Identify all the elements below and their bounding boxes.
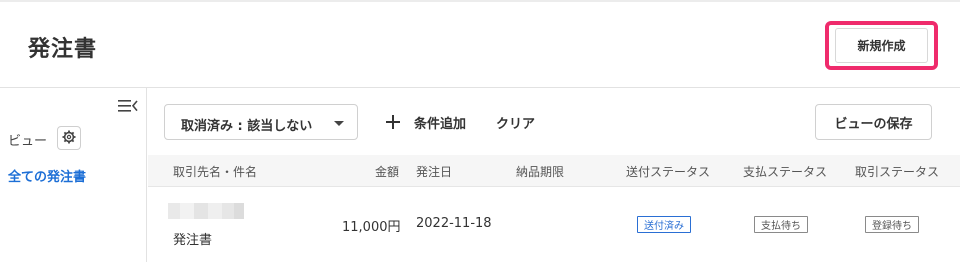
column-header-payment-status[interactable]: 支払ステータス bbox=[743, 163, 827, 180]
redacted-partner-name bbox=[168, 203, 244, 219]
payment-status-badge: 支払待ち bbox=[754, 216, 808, 233]
cancel-status-filter-select[interactable]: 取消済み : 該当しない bbox=[164, 104, 358, 140]
page-title: 発注書 bbox=[28, 37, 98, 62]
trade-status-badge: 登録待ち bbox=[865, 216, 919, 233]
chevron-down-icon bbox=[334, 121, 344, 126]
table-header: 取引先名・件名 金額 発注日 納品期限 送付ステータス 支払ステータス 取引ステ… bbox=[148, 155, 960, 187]
row-subject: 発注書 bbox=[173, 233, 213, 248]
send-status-badge: 送付済み bbox=[637, 216, 691, 233]
view-label: ビュー bbox=[8, 134, 48, 149]
clear-button[interactable]: クリア bbox=[496, 113, 535, 132]
top-border bbox=[0, 0, 960, 2]
new-create-button[interactable]: 新規作成 bbox=[835, 28, 928, 63]
column-header-trade-status[interactable]: 取引ステータス bbox=[855, 163, 939, 180]
plus-icon bbox=[386, 115, 400, 129]
sidebar-collapse-icon[interactable] bbox=[117, 97, 139, 115]
row-order-date: 2022-11-18 bbox=[416, 216, 492, 231]
row-amount: 11,000円 bbox=[342, 220, 401, 235]
filter-select-label: 取消済み : 該当しない bbox=[181, 119, 313, 134]
save-view-button[interactable]: ビューの保存 bbox=[815, 104, 932, 140]
view-settings-button[interactable] bbox=[57, 126, 81, 150]
add-condition-button[interactable]: 条件追加 bbox=[386, 111, 466, 133]
column-header-send-status[interactable]: 送付ステータス bbox=[626, 163, 710, 180]
column-header-amount[interactable]: 金額 bbox=[375, 163, 399, 180]
gear-icon bbox=[62, 129, 76, 148]
column-header-order-date[interactable]: 発注日 bbox=[416, 163, 452, 180]
add-condition-label: 条件追加 bbox=[414, 116, 467, 132]
sidebar: ビュー 全ての発注書 bbox=[0, 88, 147, 262]
sidebar-item-all-purchase-orders[interactable]: 全ての発注書 bbox=[8, 166, 86, 185]
column-header-partner-subject[interactable]: 取引先名・件名 bbox=[173, 163, 257, 180]
table-row[interactable]: 発注書 11,000円 2022-11-18 送付済み 支払待ち 登録待ち bbox=[148, 188, 960, 262]
column-header-delivery-due[interactable]: 納品期限 bbox=[516, 163, 564, 180]
